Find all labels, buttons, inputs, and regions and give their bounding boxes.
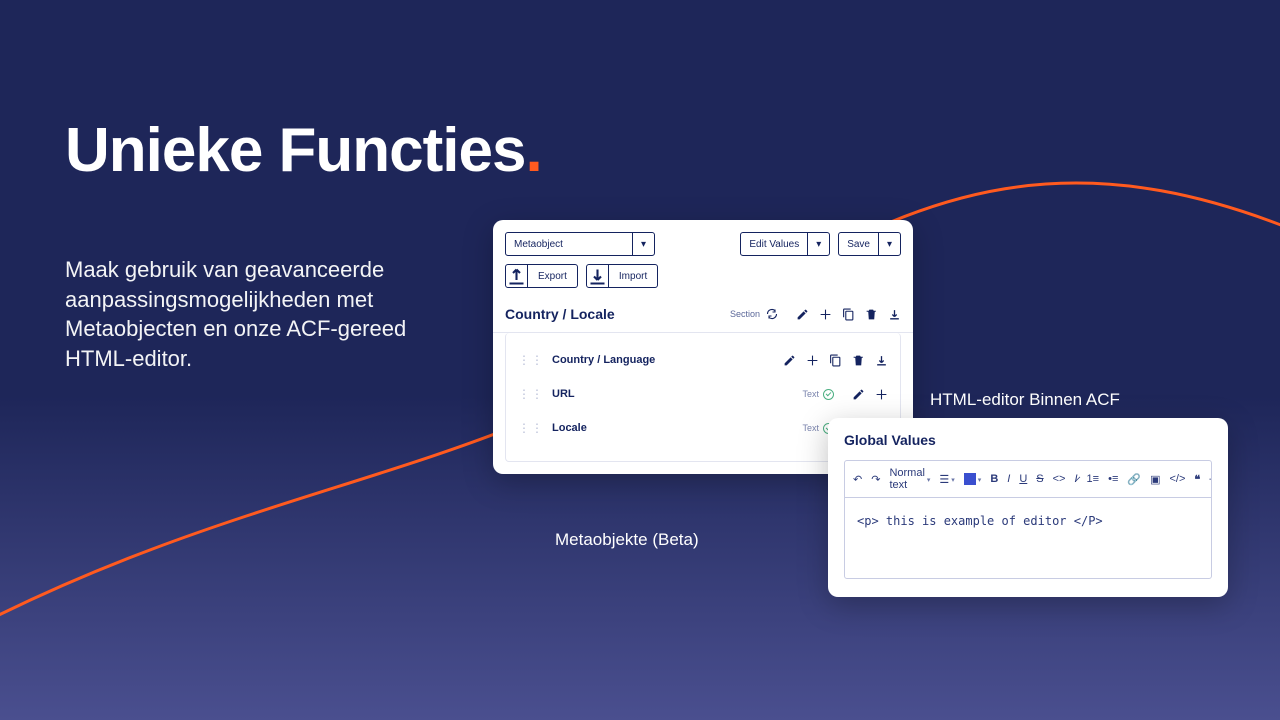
- copy-icon[interactable]: [829, 354, 842, 367]
- add-icon[interactable]: [806, 354, 819, 367]
- section-type-label: Section: [730, 309, 760, 319]
- editor-content[interactable]: <p> this is example of editor </P>: [845, 498, 1211, 578]
- export-label: Export: [528, 271, 577, 282]
- delete-icon[interactable]: [865, 308, 878, 321]
- drag-handle-icon[interactable]: ⋮⋮: [518, 421, 544, 435]
- undo-icon[interactable]: ↶: [853, 473, 862, 486]
- quote-icon[interactable]: ❝: [1194, 473, 1200, 486]
- editor-box: ↶ ↷ Normal text▾ ☰▾ ▾ B I U S <> I̷ 1≡ •…: [844, 460, 1212, 579]
- heading-text: Unieke Functies: [65, 116, 525, 185]
- bold-icon[interactable]: B: [990, 473, 998, 485]
- link-icon[interactable]: 🔗: [1127, 473, 1141, 486]
- line-height-icon[interactable]: ☰▾: [939, 473, 954, 486]
- caret-down-icon: ▾: [807, 233, 829, 255]
- edit-values-label: Edit Values: [741, 239, 807, 250]
- page-heading: Unieke Functies.: [65, 115, 542, 186]
- strikethrough-icon[interactable]: S: [1036, 473, 1043, 485]
- add-icon[interactable]: [819, 308, 832, 321]
- htmleditor-caption: HTML-editor Binnen ACF: [930, 390, 1120, 410]
- section-action-icons: [796, 308, 901, 321]
- field-name: Country / Language: [552, 354, 655, 366]
- page-subtext: Maak gebruik van geavanceerde aanpassing…: [65, 255, 470, 374]
- format-dropdown[interactable]: Normal text▾: [889, 467, 930, 491]
- download-icon: [587, 265, 609, 287]
- drag-handle-icon[interactable]: ⋮⋮: [518, 387, 544, 401]
- code-icon[interactable]: <>: [1053, 473, 1066, 485]
- source-icon[interactable]: </>: [1169, 473, 1185, 485]
- download-icon[interactable]: [875, 354, 888, 367]
- section-header: Country / Locale Section: [493, 300, 913, 333]
- import-label: Import: [609, 271, 657, 282]
- editor-toolbar: ↶ ↷ Normal text▾ ☰▾ ▾ B I U S <> I̷ 1≡ •…: [845, 461, 1211, 498]
- check-icon: [823, 389, 834, 400]
- drag-handle-icon[interactable]: ⋮⋮: [518, 353, 544, 367]
- upload-icon: [506, 265, 528, 287]
- metaobject-dropdown-label: Metaobject: [506, 239, 571, 250]
- edit-icon[interactable]: [796, 308, 809, 321]
- delete-icon[interactable]: [852, 354, 865, 367]
- save-button[interactable]: Save ▾: [838, 232, 901, 256]
- heading-dot: .: [525, 116, 541, 185]
- field-action-icons: [852, 388, 888, 401]
- redo-icon[interactable]: ↷: [871, 473, 880, 486]
- underline-icon[interactable]: U: [1019, 473, 1027, 485]
- field-action-icons: [783, 354, 888, 367]
- italic-icon[interactable]: I: [1007, 473, 1010, 485]
- copy-icon[interactable]: [842, 308, 855, 321]
- import-button[interactable]: Import: [586, 264, 658, 288]
- clear-format-icon[interactable]: I̷: [1074, 473, 1077, 485]
- add-icon[interactable]: [875, 388, 888, 401]
- metaobject-dropdown[interactable]: Metaobject ▾: [505, 232, 655, 256]
- download-icon[interactable]: [888, 308, 901, 321]
- text-color-icon[interactable]: ▾: [964, 473, 982, 485]
- editor-title: Global Values: [844, 432, 1212, 448]
- save-label: Save: [839, 239, 878, 250]
- field-type: Text: [802, 389, 834, 400]
- caret-down-icon: ▾: [632, 233, 654, 255]
- export-button[interactable]: Export: [505, 264, 578, 288]
- hr-icon[interactable]: —: [1209, 473, 1211, 485]
- edit-icon[interactable]: [852, 388, 865, 401]
- field-name: URL: [552, 388, 575, 400]
- ordered-list-icon[interactable]: 1≡: [1087, 473, 1100, 485]
- refresh-icon[interactable]: [766, 308, 778, 320]
- field-row: ⋮⋮ Country / Language: [518, 343, 888, 377]
- field-row: ⋮⋮ URL Text: [518, 377, 888, 411]
- metaobject-caption: Metaobjekte (Beta): [555, 530, 699, 550]
- unordered-list-icon[interactable]: •≡: [1108, 473, 1118, 485]
- field-name: Locale: [552, 422, 587, 434]
- caret-down-icon: ▾: [878, 233, 900, 255]
- image-icon[interactable]: ▣: [1150, 473, 1160, 486]
- section-title: Country / Locale: [505, 306, 615, 322]
- html-editor-panel: Global Values ↶ ↷ Normal text▾ ☰▾ ▾ B I …: [828, 418, 1228, 597]
- edit-icon[interactable]: [783, 354, 796, 367]
- edit-values-button[interactable]: Edit Values ▾: [740, 232, 830, 256]
